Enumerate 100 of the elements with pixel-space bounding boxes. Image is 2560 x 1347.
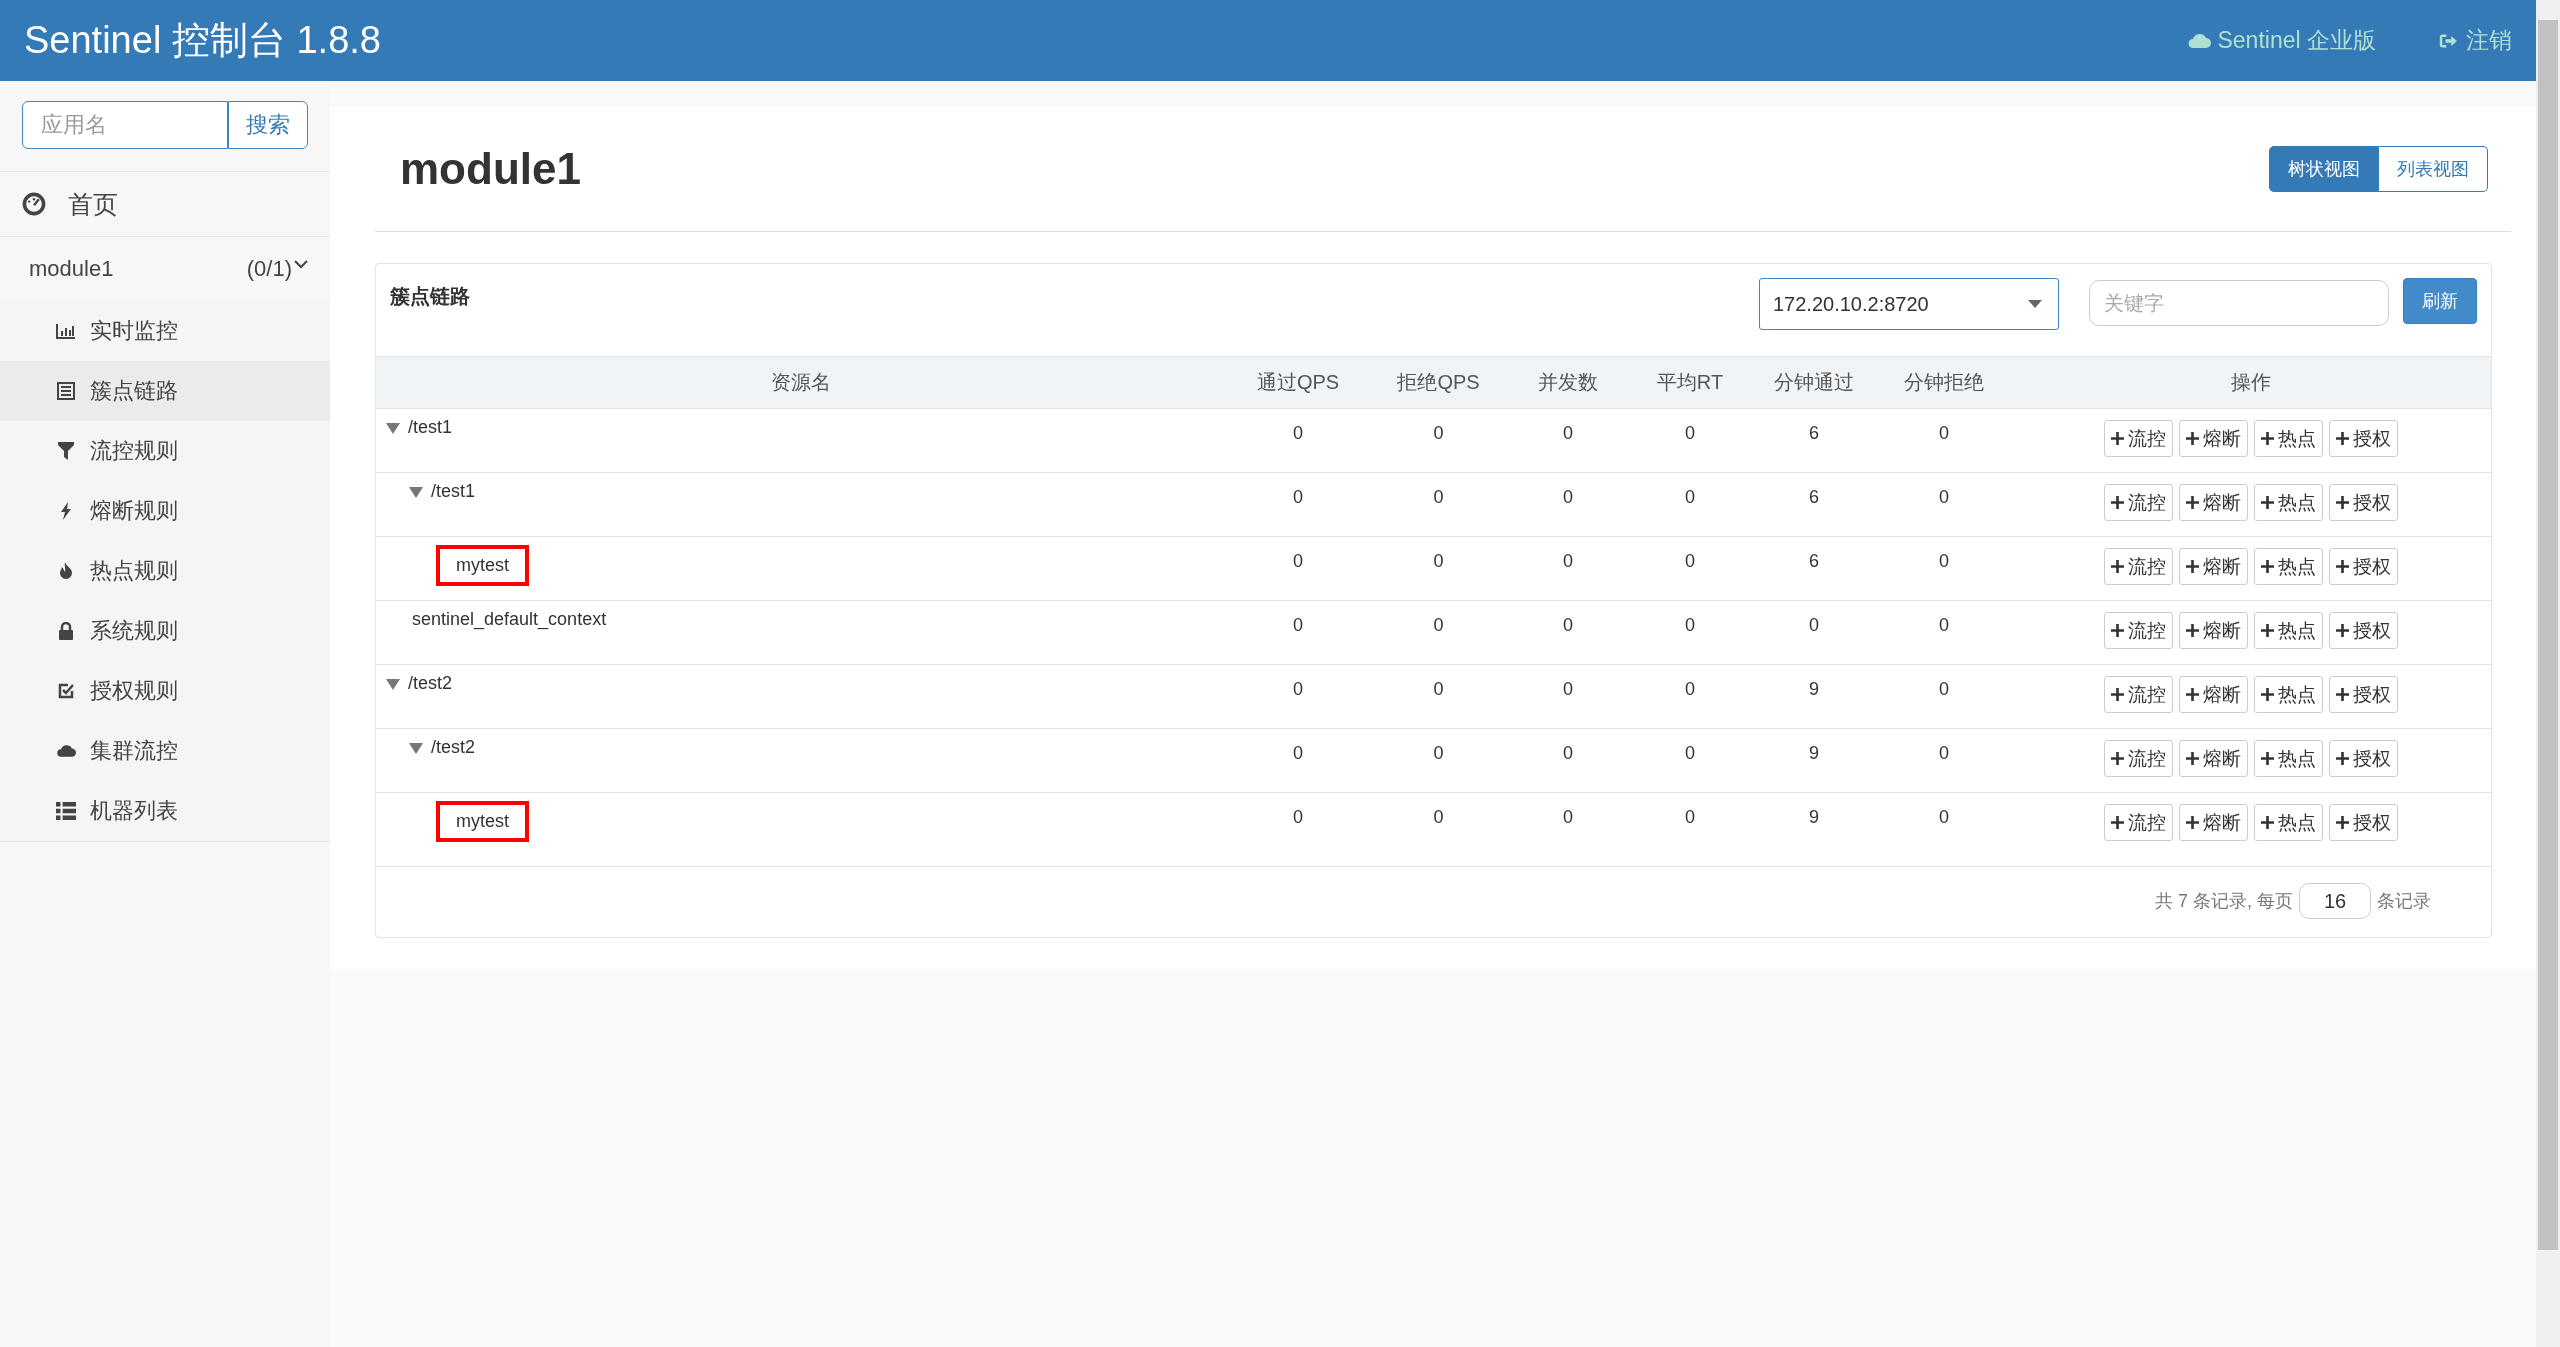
table-cell-text: 0 <box>1938 806 1950 828</box>
plus-icon <box>2111 496 2124 509</box>
add-rule-button[interactable]: 热点 <box>2254 548 2323 585</box>
add-rule-button[interactable]: 熔断 <box>2179 612 2248 649</box>
triangle-down-icon[interactable] <box>409 741 423 754</box>
machine-select[interactable]: 172.20.10.2:8720 <box>1759 278 2059 330</box>
table-cell-text: 0 <box>1292 486 1304 508</box>
view-toggle-button[interactable]: 树状视图 <box>2269 146 2379 192</box>
table-cell-text: 0 <box>1562 678 1574 700</box>
add-rule-button[interactable]: 热点 <box>2254 804 2323 841</box>
add-rule-button[interactable]: 授权 <box>2329 676 2398 713</box>
add-rule-button[interactable]: 熔断 <box>2179 484 2248 521</box>
plus-icon <box>2111 752 2124 765</box>
triangle-down-icon[interactable] <box>386 677 400 690</box>
plus-icon <box>2336 688 2349 701</box>
view-toggle-button[interactable]: 列表视图 <box>2379 146 2488 192</box>
plus-icon <box>2261 496 2274 509</box>
nav-label: 熔断规则 <box>90 497 178 525</box>
resource-name: mytest <box>436 801 529 842</box>
add-rule-button[interactable]: 流控 <box>2104 484 2173 521</box>
table-cell-text: 0 <box>1938 678 1950 700</box>
column-header: 拒绝QPS <box>1396 370 1481 395</box>
add-rule-button[interactable]: 授权 <box>2329 548 2398 585</box>
plus-icon <box>2261 560 2274 573</box>
table-cell-text: 0 <box>1562 422 1574 444</box>
table-cell-text: 0 <box>1432 806 1445 828</box>
add-rule-button[interactable]: 流控 <box>2104 804 2173 841</box>
triangle-down-icon[interactable] <box>386 421 400 434</box>
plus-icon <box>2186 624 2199 637</box>
bullet-list-icon <box>56 802 76 820</box>
page-size-field[interactable]: 16 <box>2299 883 2371 919</box>
add-rule-button[interactable]: 流控 <box>2104 548 2173 585</box>
add-rule-button[interactable]: 热点 <box>2254 740 2323 777</box>
nav-label: 实时监控 <box>90 317 178 345</box>
table-cell-text: 0 <box>1938 614 1950 636</box>
table-cell-text: 0 <box>1684 550 1696 572</box>
table-cell-text: 0 <box>1684 486 1696 508</box>
app-search-field[interactable]: 应用名 <box>22 101 228 149</box>
add-rule-button[interactable]: 熔断 <box>2179 676 2248 713</box>
add-rule-button[interactable]: 流控 <box>2104 612 2173 649</box>
add-rule-button[interactable]: 熔断 <box>2179 804 2248 841</box>
plus-icon <box>2336 752 2349 765</box>
refresh-button[interactable]: 刷新 <box>2403 278 2477 324</box>
page-title: module1 <box>400 144 581 194</box>
table-cell-text: 0 <box>1684 806 1696 828</box>
table-cell-text: 0 <box>1562 614 1574 636</box>
add-rule-button[interactable]: 熔断 <box>2179 740 2248 777</box>
add-rule-button[interactable]: 授权 <box>2329 740 2398 777</box>
add-rule-button[interactable]: 熔断 <box>2179 548 2248 585</box>
machine-value: 172.20.10.2:8720 <box>1773 292 1929 316</box>
nav-label: 首页 <box>68 188 118 220</box>
lock-icon <box>56 622 76 640</box>
add-rule-button[interactable]: 熔断 <box>2179 420 2248 457</box>
column-header: 平均RT <box>1655 370 1725 395</box>
plus-icon <box>2111 816 2124 829</box>
plus-icon <box>2261 752 2274 765</box>
pagination-summary: 共 7 条记录, 每页 <box>2155 890 2293 913</box>
plus-icon <box>2186 816 2199 829</box>
filter-icon <box>56 442 76 460</box>
plus-icon <box>2336 624 2349 637</box>
add-rule-button[interactable]: 流控 <box>2104 676 2173 713</box>
add-rule-button[interactable]: 热点 <box>2254 484 2323 521</box>
search-button[interactable]: 搜索 <box>228 101 308 149</box>
table-cell-text: 0 <box>1938 550 1950 572</box>
table-cell-text: 0 <box>1432 614 1445 636</box>
table-cell-text: 6 <box>1808 550 1820 572</box>
plus-icon <box>2186 560 2199 573</box>
table-cell-text: 0 <box>1684 678 1696 700</box>
add-rule-button[interactable]: 授权 <box>2329 484 2398 521</box>
add-rule-button[interactable]: 授权 <box>2329 420 2398 457</box>
add-rule-button[interactable]: 流控 <box>2104 420 2173 457</box>
nav-label: 机器列表 <box>90 797 178 825</box>
table-cell-text: 0 <box>1684 614 1696 636</box>
table-cell-text: 6 <box>1808 486 1820 508</box>
add-rule-button[interactable]: 授权 <box>2329 612 2398 649</box>
scrollbar[interactable] <box>2536 0 2560 1347</box>
add-rule-button[interactable]: 授权 <box>2329 804 2398 841</box>
triangle-down-icon[interactable] <box>409 485 423 498</box>
add-rule-button[interactable]: 热点 <box>2254 612 2323 649</box>
table-cell-text: 9 <box>1808 806 1820 828</box>
add-rule-button[interactable]: 流控 <box>2104 740 2173 777</box>
table-cell-text: 0 <box>1808 614 1820 636</box>
table-cell-text: 0 <box>1292 678 1304 700</box>
checkbox-icon <box>56 682 76 700</box>
machine-count: (0/1) <box>246 256 292 282</box>
cloud-icon <box>56 742 76 760</box>
table-cell-text: 0 <box>1562 486 1574 508</box>
add-rule-button[interactable]: 热点 <box>2254 420 2323 457</box>
pagination-suffix: 条记录 <box>2377 890 2431 913</box>
table-cell-text: 0 <box>1938 742 1950 764</box>
nav-item[interactable]: 簇点链路 <box>0 361 330 421</box>
app-nav-item[interactable]: module1 (0/1) <box>0 237 330 301</box>
keyword-field[interactable]: 关键字 <box>2089 280 2389 326</box>
table-cell-text: 0 <box>1292 742 1304 764</box>
table-cell-text: 0 <box>1292 550 1304 572</box>
nav-label: 簇点链路 <box>90 377 178 405</box>
column-header: 通过QPS <box>1255 370 1341 395</box>
home-nav-item[interactable]: 首页 <box>0 171 330 237</box>
add-rule-button[interactable]: 热点 <box>2254 676 2323 713</box>
card-title: 簇点链路 <box>390 284 471 309</box>
